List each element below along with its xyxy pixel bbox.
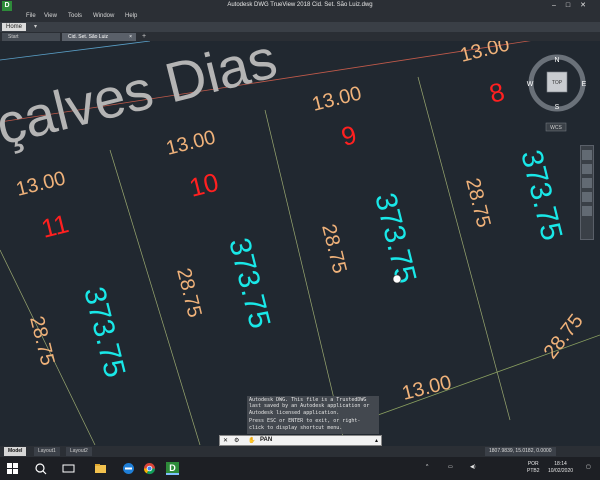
viewcube[interactable]: TOP N S E W WCS	[527, 54, 587, 132]
lot-8-depth: 373.75	[514, 147, 568, 244]
clock-time: 18:14	[554, 461, 567, 467]
rear-front-dim: 13.00	[400, 371, 454, 404]
compass-south: S	[555, 104, 560, 111]
menu-help[interactable]: Help	[125, 13, 137, 19]
command-input[interactable]: PAN	[260, 437, 272, 443]
navigation-bar[interactable]	[580, 145, 594, 240]
file-explorer-icon[interactable]	[94, 462, 107, 475]
volume-icon[interactable]: ◀)	[470, 464, 476, 471]
command-history-line: click to display shortcut menu.	[249, 424, 343, 431]
lot-line	[264, 109, 346, 445]
tab-drawing-label: Cid. Set. São Luiz	[68, 34, 109, 40]
ribbon: Home ▾	[0, 22, 600, 32]
tab-drawing[interactable]: Cid. Set. São Luiz ×	[62, 33, 136, 41]
maximize-button[interactable]: □	[566, 2, 580, 9]
lot-8-number: 8	[486, 76, 507, 109]
lot-9-number: 9	[338, 119, 359, 152]
edge-icon[interactable]	[122, 462, 135, 475]
minimize-button[interactable]: –	[552, 2, 566, 9]
wcs-label: WCS	[550, 125, 562, 131]
street-edge-line	[0, 41, 151, 61]
tab-model[interactable]: Model	[4, 447, 27, 456]
clock-date: 10/02/2020	[548, 468, 574, 474]
search-icon[interactable]	[34, 462, 47, 475]
nav-showmotion-icon[interactable]	[582, 206, 592, 216]
compass-west: W	[527, 81, 534, 88]
lot-8-front: 13.00	[458, 41, 512, 67]
lot-11-side: 28.75	[25, 314, 58, 368]
lot-9-side: 28.75	[317, 222, 350, 276]
command-history-line: last saved by an Autodesk application or	[249, 403, 370, 410]
window-controls: –□✕	[552, 1, 596, 9]
lot-11-front: 13.00	[14, 167, 68, 200]
title-bar: D Autodesk DWG TrueView 2018 Cid. Set. S…	[0, 0, 600, 12]
ribbon-dropdown-icon[interactable]: ▾	[34, 23, 37, 30]
tab-start[interactable]: Start	[2, 33, 60, 41]
notifications-icon[interactable]: ▢	[586, 464, 591, 471]
command-line[interactable]: ✕ ⚙ ✋ PAN ▴	[219, 435, 382, 446]
clock[interactable]: 18:14 10/02/2020	[548, 461, 573, 475]
command-history: Autodesk DWG. This file is a TrustedDWG …	[247, 396, 379, 434]
lot-9-front: 13.00	[310, 82, 364, 115]
document-tabs: Start Cid. Set. São Luiz × +	[0, 32, 600, 41]
lot-10-depth: 373.75	[222, 235, 276, 332]
menu-tools[interactable]: Tools	[68, 13, 82, 19]
layout-tabs-bar: Model Layout1 Layout2 1807.9839, 15.0182…	[0, 446, 600, 457]
tab-layout2[interactable]: Layout2	[66, 447, 92, 456]
ribbon-tab-home[interactable]: Home	[2, 23, 27, 31]
input-language[interactable]: POR PTB2	[527, 461, 540, 475]
compass-north: N	[554, 57, 559, 64]
windows-start-icon[interactable]	[6, 462, 19, 475]
street-name-label: çalves Dias	[0, 41, 283, 157]
command-history-line: Autodesk licensed application.	[249, 409, 340, 416]
tray-chevron-icon[interactable]: ^	[426, 464, 428, 471]
lot-line	[417, 76, 511, 421]
lot-11-depth: 373.75	[77, 284, 131, 381]
pan-hand-cursor-icon	[392, 274, 402, 284]
keyboard-layout: PTB2	[527, 468, 540, 474]
lang-code: POR	[527, 461, 539, 467]
tab-close-icon[interactable]: ×	[129, 33, 132, 41]
lot-11-number: 11	[38, 208, 71, 244]
chrome-icon[interactable]	[143, 462, 156, 475]
taskbar: D ^ ▭ ◀) POR PTB2 18:14 10/02/2020 ▢	[0, 457, 600, 480]
nav-zoom-icon[interactable]	[582, 164, 592, 174]
command-hand-icon: ✋	[248, 438, 256, 444]
drawing-svg: çalves Dias 13.00 11 28.75 373.75 13.00 …	[0, 41, 600, 445]
lot-10-number: 10	[186, 167, 221, 203]
menu-file[interactable]: File	[26, 13, 36, 19]
command-recent-icon[interactable]: ▴	[375, 437, 378, 444]
network-icon[interactable]: ▭	[448, 464, 453, 471]
lot-10-front: 13.00	[164, 126, 218, 159]
viewcube-top-label: TOP	[552, 80, 563, 86]
close-button[interactable]: ✕	[580, 2, 596, 9]
command-customize-icon[interactable]: ⚙	[234, 437, 239, 444]
lot-9-depth: 373.75	[368, 190, 422, 287]
menu-bar: File View Tools Window Help	[0, 12, 600, 22]
compass-east: E	[582, 81, 587, 88]
nav-orbit-icon[interactable]	[582, 178, 592, 188]
lot-10-side: 28.75	[172, 266, 205, 320]
command-history-line: Press ESC or ENTER to exit, or right-	[249, 418, 361, 425]
dwg-trueview-taskbar-icon[interactable]: D	[166, 462, 179, 475]
task-view-icon[interactable]	[62, 462, 75, 475]
menu-window[interactable]: Window	[93, 13, 114, 19]
nav-pan-icon[interactable]	[582, 150, 592, 160]
nav-steering-icon[interactable]	[582, 192, 592, 202]
tab-layout1[interactable]: Layout1	[34, 447, 60, 456]
drawing-canvas[interactable]: çalves Dias 13.00 11 28.75 373.75 13.00 …	[0, 41, 600, 445]
window-title: Autodesk DWG TrueView 2018 Cid. Set. São…	[227, 2, 373, 8]
new-tab-button[interactable]: +	[140, 33, 148, 40]
rear-side-dim: 28.75	[540, 310, 588, 363]
lot-8-side: 28.75	[461, 176, 494, 230]
command-close-icon[interactable]: ✕	[223, 437, 228, 444]
menu-view[interactable]: View	[44, 13, 57, 19]
coordinates-readout: 1807.9839, 15.0182, 0.0000	[485, 447, 556, 456]
